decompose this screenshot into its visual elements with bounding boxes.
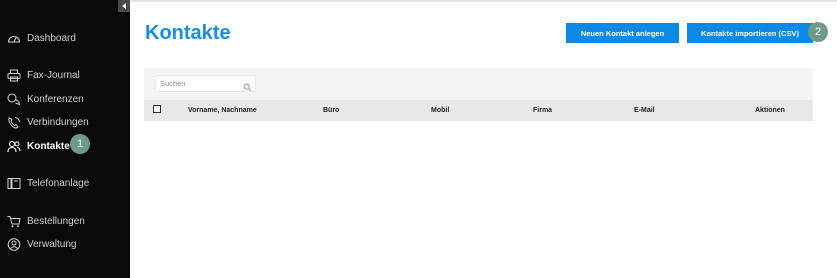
sidebar-item-label: Verwaltung [27,238,77,250]
column-header-email[interactable]: E-Mail [634,107,655,114]
caret-left-icon [122,3,126,9]
page-title: Kontakte [145,22,231,44]
column-header-buero[interactable]: Büro [323,107,339,114]
search-input[interactable] [160,77,240,90]
telephone-system-icon [7,176,21,190]
sidebar-item-verwaltung[interactable]: Verwaltung [7,235,76,253]
sidebar-item-label: Verbindungen [27,116,89,128]
contacts-people-icon [7,139,21,153]
column-header-name[interactable]: Vorname, Nachname [188,107,257,114]
select-all-checkbox[interactable] [153,105,161,113]
search-box [155,75,256,92]
sidebar-item-label: Telefonanlage [27,177,90,189]
sidebar-item-label: Kontakte [27,140,70,152]
sidebar-item-bestellungen[interactable]: Bestellungen [7,212,85,230]
column-header-firma[interactable]: Firma [533,107,552,114]
dashboard-gauge-icon [7,31,21,45]
phone-connections-icon [7,115,21,129]
sidebar-item-verbindungen[interactable]: Verbindungen [7,113,89,131]
search-icon[interactable] [243,79,252,97]
shopping-cart-icon [7,214,21,228]
step-badge-1: 1 [70,134,90,154]
sidebar-item-label: Fax-Journal [27,69,80,81]
sidebar-item-label: Dashboard [27,32,76,44]
conference-icon [7,92,21,106]
column-header-aktionen: Aktionen [755,107,785,114]
column-header-mobil[interactable]: Mobil [431,107,449,114]
fax-printer-icon [7,68,21,82]
sidebar: Dashboard Fax-Journal Konferenzen Verbin… [0,0,130,278]
sidebar-item-telefonanlage[interactable]: Telefonanlage [7,174,89,192]
new-contact-button[interactable]: Neuen Kontakt anlegen [566,23,679,43]
user-admin-icon [7,237,21,251]
sidebar-item-kontakte[interactable]: Kontakte [7,137,70,155]
import-contacts-csv-button[interactable]: Kontakte importieren (CSV) [687,23,813,43]
collapse-sidebar-button[interactable] [118,0,130,12]
sidebar-item-label: Konferenzen [27,93,84,105]
sidebar-item-konferenzen[interactable]: Konferenzen [7,90,84,108]
step-badge-2: 2 [808,22,828,42]
sidebar-item-label: Bestellungen [27,215,85,227]
sidebar-item-dashboard[interactable]: Dashboard [7,29,76,47]
sidebar-item-fax-journal[interactable]: Fax-Journal [7,66,80,84]
